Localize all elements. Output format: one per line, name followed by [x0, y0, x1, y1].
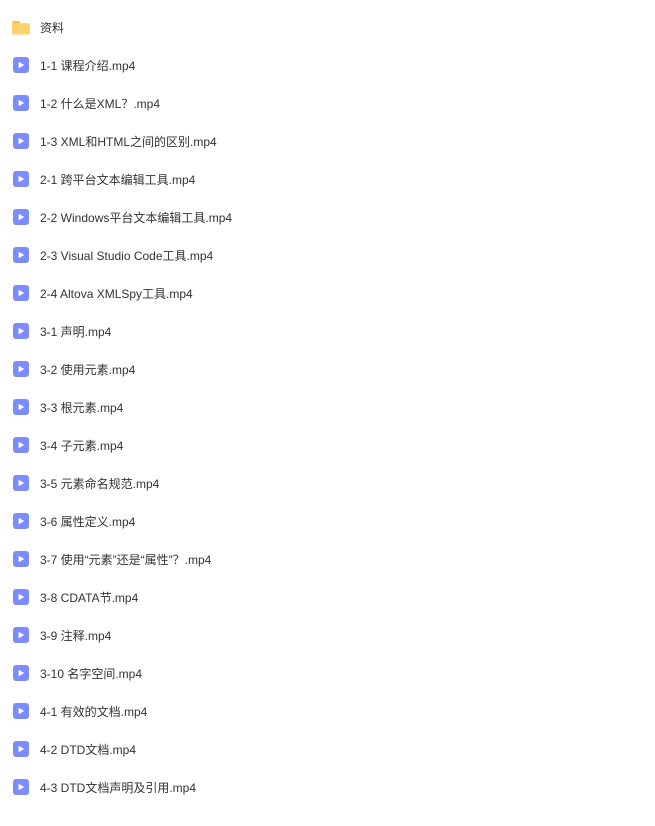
video-icon: [13, 589, 29, 605]
file-name: 3-6 属性定义.mp4: [40, 513, 135, 530]
video-file-item[interactable]: 3-6 属性定义.mp4: [0, 502, 655, 540]
video-file-item[interactable]: 1-3 XML和HTML之间的区别.mp4: [0, 122, 655, 160]
video-icon: [13, 171, 29, 187]
video-file-item[interactable]: 3-8 CDATA节.mp4: [0, 578, 655, 616]
video-file-item[interactable]: 4-1 有效的文档.mp4: [0, 692, 655, 730]
video-file-item[interactable]: 3-4 子元素.mp4: [0, 426, 655, 464]
video-icon: [13, 703, 29, 719]
file-name: 1-2 什么是XML？.mp4: [40, 95, 160, 112]
video-icon: [13, 209, 29, 225]
file-name: 3-2 使用元素.mp4: [40, 361, 135, 378]
video-file-item[interactable]: 4-3 DTD文档声明及引用.mp4: [0, 768, 655, 806]
video-file-item[interactable]: 3-10 名字空间.mp4: [0, 654, 655, 692]
video-icon: [13, 285, 29, 301]
video-icon: [13, 247, 29, 263]
video-icon: [13, 95, 29, 111]
folder-icon: [12, 18, 30, 36]
video-file-item[interactable]: 2-1 跨平台文本编辑工具.mp4: [0, 160, 655, 198]
file-name: 4-2 DTD文档.mp4: [40, 741, 136, 758]
video-icon: [13, 399, 29, 415]
file-name: 2-4 Altova XMLSpy工具.mp4: [40, 285, 193, 302]
video-icon: [13, 323, 29, 339]
video-icon: [13, 627, 29, 643]
video-icon: [13, 361, 29, 377]
video-icon: [13, 741, 29, 757]
video-file-item[interactable]: 1-1 课程介绍.mp4: [0, 46, 655, 84]
video-icon: [13, 779, 29, 795]
file-name: 4-3 DTD文档声明及引用.mp4: [40, 779, 196, 796]
file-list: 资料 1-1 课程介绍.mp4 1-2 什么是XML？.mp4 1-3 XML和HTM…: [0, 8, 655, 806]
video-file-item[interactable]: 3-7 使用“元素”还是“属性”？.mp4: [0, 540, 655, 578]
file-name: 3-4 子元素.mp4: [40, 437, 123, 454]
file-name: 2-1 跨平台文本编辑工具.mp4: [40, 171, 195, 188]
video-file-item[interactable]: 3-1 声明.mp4: [0, 312, 655, 350]
video-icon: [13, 665, 29, 681]
file-name: 3-9 注释.mp4: [40, 627, 111, 644]
file-name: 3-8 CDATA节.mp4: [40, 589, 138, 606]
video-file-item[interactable]: 4-2 DTD文档.mp4: [0, 730, 655, 768]
file-name: 3-7 使用“元素”还是“属性”？.mp4: [40, 551, 211, 568]
video-file-item[interactable]: 3-3 根元素.mp4: [0, 388, 655, 426]
video-icon: [13, 475, 29, 491]
video-icon: [13, 133, 29, 149]
file-name: 资料: [40, 19, 64, 36]
file-name: 1-3 XML和HTML之间的区别.mp4: [40, 133, 217, 150]
video-icon: [13, 551, 29, 567]
video-file-item[interactable]: 3-5 元素命名规范.mp4: [0, 464, 655, 502]
file-name: 2-3 Visual Studio Code工具.mp4: [40, 247, 213, 264]
file-name: 3-10 名字空间.mp4: [40, 665, 142, 682]
video-file-item[interactable]: 2-4 Altova XMLSpy工具.mp4: [0, 274, 655, 312]
file-name: 4-1 有效的文档.mp4: [40, 703, 147, 720]
video-file-item[interactable]: 1-2 什么是XML？.mp4: [0, 84, 655, 122]
file-name: 3-1 声明.mp4: [40, 323, 111, 340]
file-name: 1-1 课程介绍.mp4: [40, 57, 135, 74]
video-file-item[interactable]: 2-2 Windows平台文本编辑工具.mp4: [0, 198, 655, 236]
video-icon: [13, 437, 29, 453]
video-file-item[interactable]: 3-9 注释.mp4: [0, 616, 655, 654]
video-icon: [13, 57, 29, 73]
file-name: 3-3 根元素.mp4: [40, 399, 123, 416]
folder-item[interactable]: 资料: [0, 8, 655, 46]
video-file-item[interactable]: 3-2 使用元素.mp4: [0, 350, 655, 388]
video-file-item[interactable]: 2-3 Visual Studio Code工具.mp4: [0, 236, 655, 274]
video-icon: [13, 513, 29, 529]
file-name: 2-2 Windows平台文本编辑工具.mp4: [40, 209, 232, 226]
file-name: 3-5 元素命名规范.mp4: [40, 475, 159, 492]
